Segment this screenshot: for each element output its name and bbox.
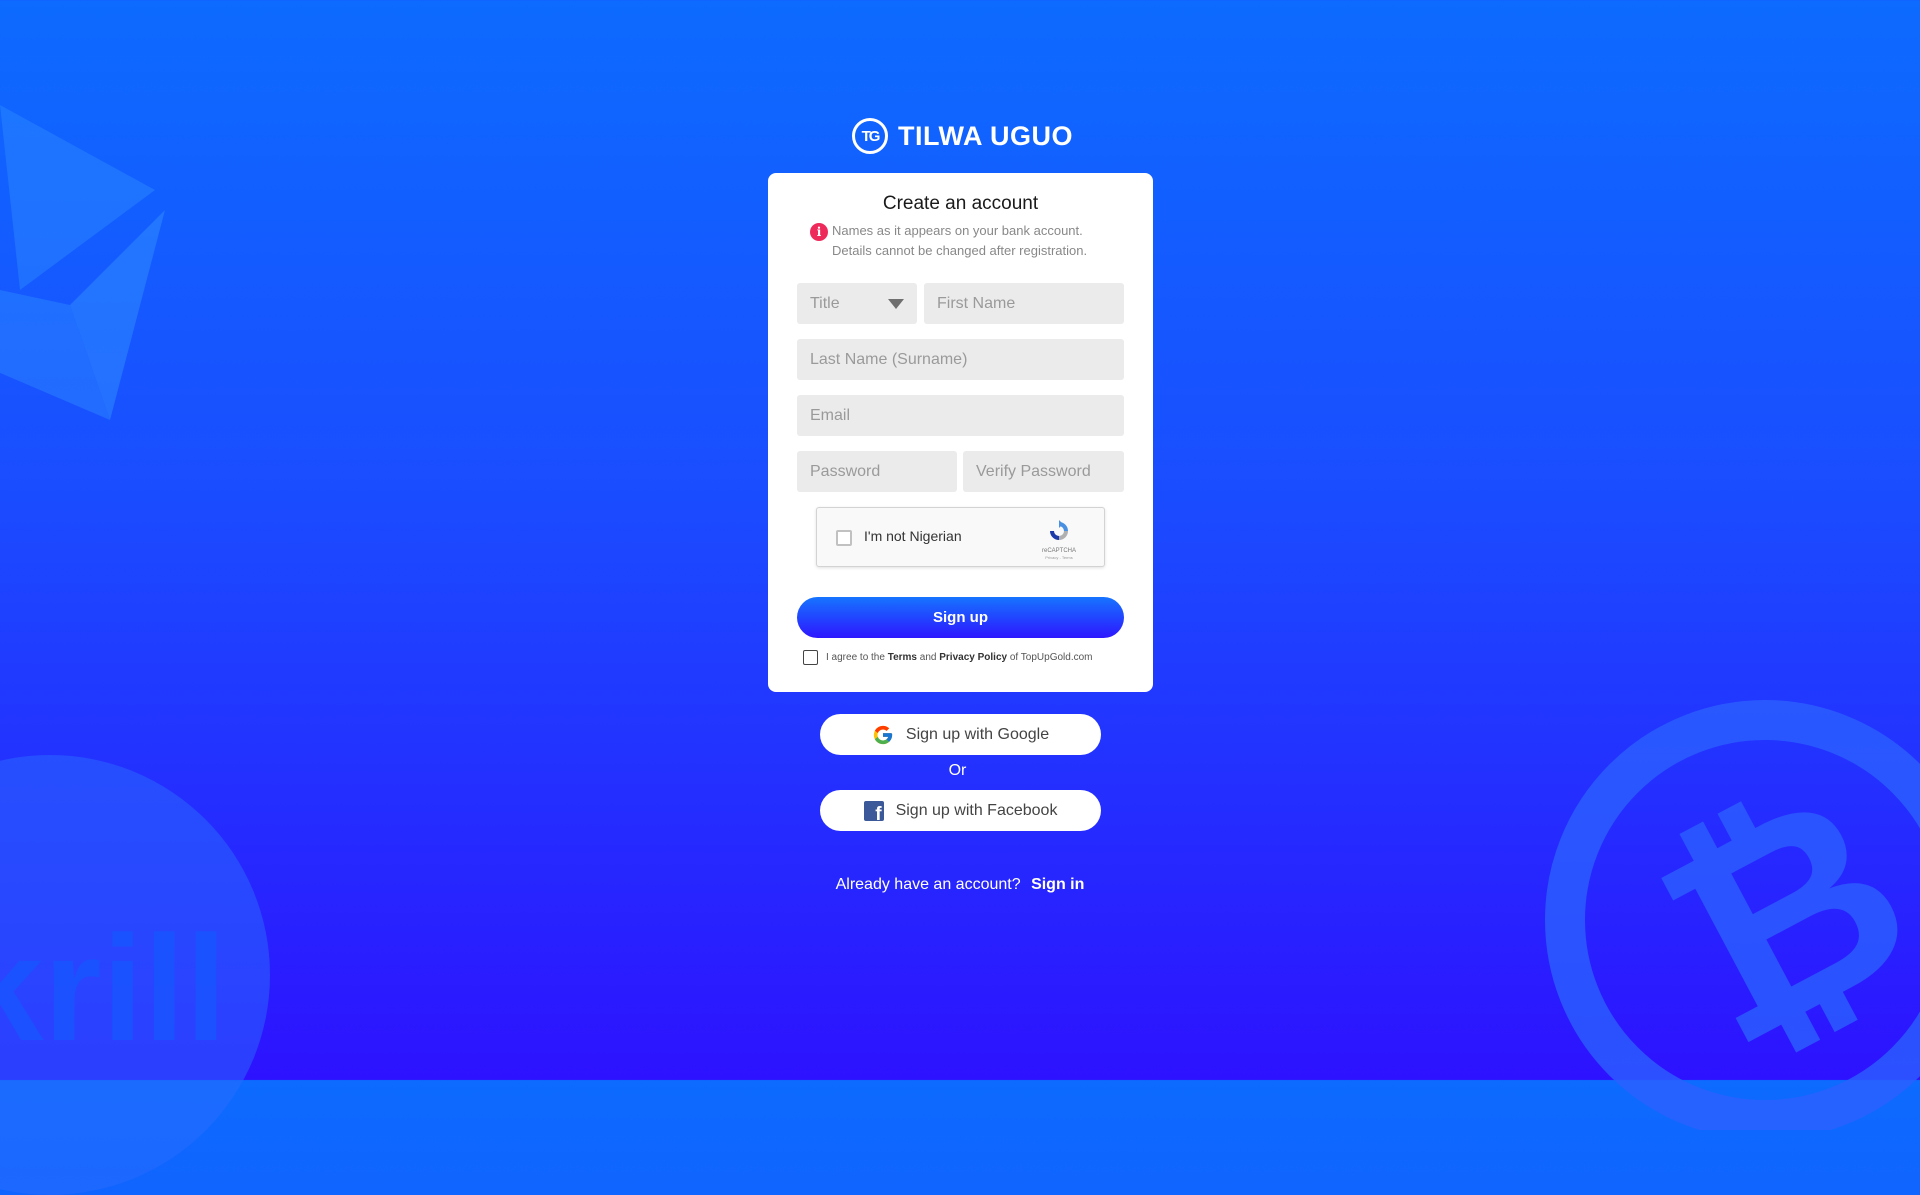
first-name-placeholder: First Name xyxy=(937,294,1016,312)
notice-text: Names as it appears on your bank account… xyxy=(832,221,1087,261)
email-placeholder: Email xyxy=(810,406,851,424)
terms-link[interactable]: Terms xyxy=(888,652,917,663)
svg-text:₿: ₿ xyxy=(1618,733,1920,1102)
email-field[interactable]: Email xyxy=(797,395,1124,436)
info-icon: i xyxy=(810,223,828,241)
page-title: Create an account xyxy=(882,193,1039,214)
or-separator: Or xyxy=(948,762,967,779)
recaptcha-brand: reCAPTCHA xyxy=(1041,548,1076,554)
google-icon xyxy=(873,725,893,744)
password-placeholder: Password xyxy=(810,462,881,480)
brand-name: TILWA UGUO xyxy=(898,120,1073,151)
terms-agreement: I agree to the Terms and Privacy Policy … xyxy=(803,650,1093,665)
notice-line-1: Names as it appears on your bank account… xyxy=(832,223,1083,238)
terms-suffix: of TopUpGold.com xyxy=(1009,652,1093,663)
chevron-down-icon xyxy=(888,298,904,309)
title-select-label: Title xyxy=(810,294,840,312)
verify-password-field[interactable]: Verify Password xyxy=(963,451,1124,492)
recaptcha-links[interactable]: Privacy - Terms xyxy=(1039,555,1079,561)
google-signup-label: Sign up with Google xyxy=(905,725,1050,743)
recaptcha-logo: reCAPTCHA Privacy - Terms xyxy=(1039,519,1079,561)
google-signup-button[interactable]: Sign up with Google xyxy=(820,714,1101,755)
facebook-icon: f xyxy=(863,800,884,821)
ethereum-icon xyxy=(0,105,165,420)
captcha-checkbox[interactable] xyxy=(836,530,852,546)
terms-prefix: I agree to the xyxy=(826,652,885,663)
signin-prompt-text: Already have an account? xyxy=(835,876,1021,893)
verify-password-placeholder: Verify Password xyxy=(976,462,1091,480)
terms-text: I agree to the Terms and Privacy Policy … xyxy=(826,652,1093,663)
signup-button[interactable]: Sign up xyxy=(797,597,1124,638)
signin-prompt: Already have an account? Sign in xyxy=(0,876,1920,894)
signup-card: Create an account i Names as it appears … xyxy=(768,173,1153,692)
name-notice: i Names as it appears on your bank accou… xyxy=(810,221,1130,261)
last-name-placeholder: Last Name (Surname) xyxy=(810,350,968,368)
recaptcha-icon xyxy=(1050,520,1068,540)
notice-line-2: Details cannot be changed after registra… xyxy=(832,243,1088,258)
captcha-widget: I'm not Nigerian reCAPTCHA Privacy - Ter… xyxy=(816,507,1105,567)
first-name-field[interactable]: First Name xyxy=(924,283,1124,324)
captcha-label: I'm not Nigerian xyxy=(864,528,962,544)
brand-logo-mark: TG xyxy=(852,118,888,154)
facebook-signup-label: Sign up with Facebook xyxy=(895,801,1058,819)
last-name-field[interactable]: Last Name (Surname) xyxy=(797,339,1124,380)
bitcoin-icon: ₿ xyxy=(1545,700,1920,1130)
privacy-policy-link[interactable]: Privacy Policy xyxy=(939,652,1007,663)
signin-link[interactable]: Sign in xyxy=(1031,876,1084,893)
skrill-logo-text: krill xyxy=(0,904,227,1072)
title-select[interactable]: Title xyxy=(797,283,917,324)
terms-and: and xyxy=(919,652,937,663)
facebook-signup-button[interactable]: f Sign up with Facebook xyxy=(820,790,1101,831)
brand-logo[interactable]: TG TILWA UGUO xyxy=(852,116,1073,156)
password-field[interactable]: Password xyxy=(797,451,957,492)
terms-checkbox[interactable] xyxy=(803,650,818,665)
skrill-logo: krill xyxy=(0,755,270,1195)
